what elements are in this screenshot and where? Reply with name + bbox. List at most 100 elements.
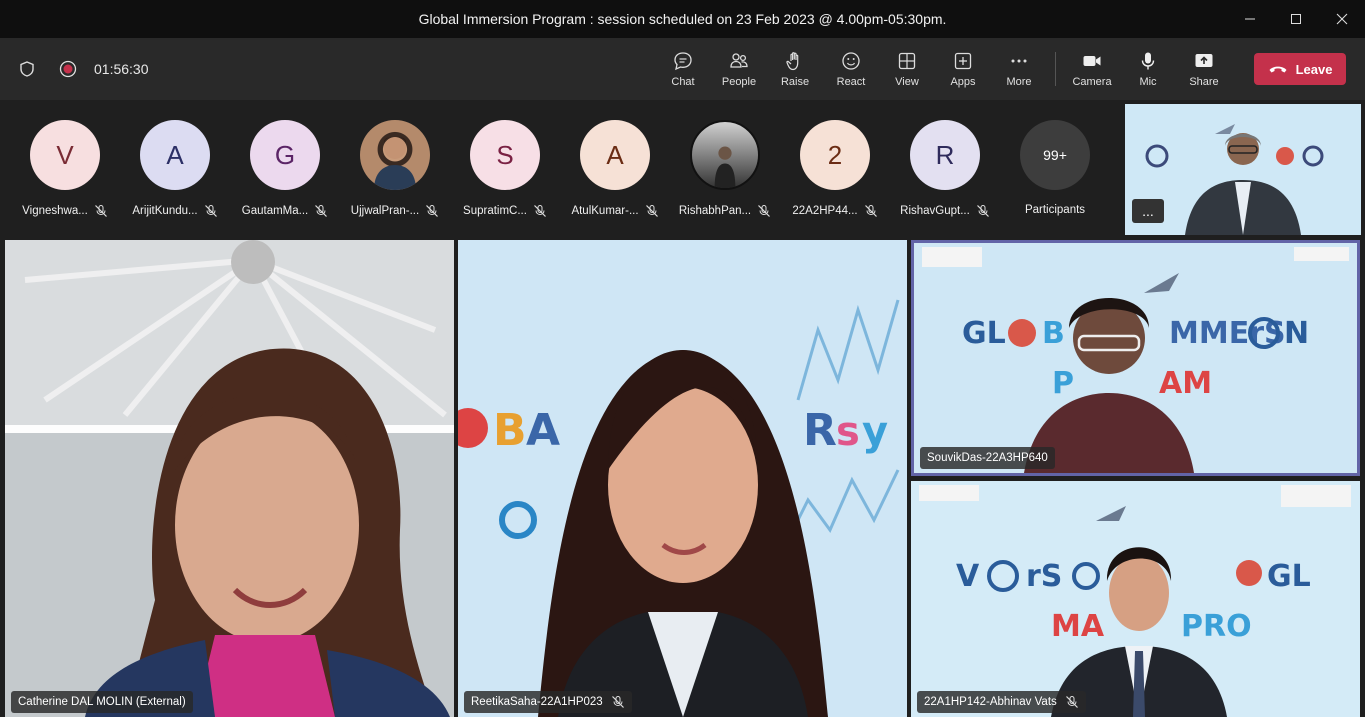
- microphone-icon: [1141, 52, 1155, 70]
- maximize-icon: [1291, 14, 1301, 24]
- minimize-button[interactable]: [1227, 0, 1273, 38]
- participant-item[interactable]: V Vigneshwa...: [15, 120, 115, 218]
- view-label: View: [895, 76, 919, 88]
- chat-icon: [674, 52, 692, 71]
- react-button[interactable]: React: [823, 38, 879, 100]
- hang-up-icon: [1269, 66, 1287, 73]
- participant-item[interactable]: R RishavGupt...: [895, 120, 995, 218]
- participant-item[interactable]: RishabhPan...: [675, 120, 775, 218]
- grid-view-icon: [898, 52, 916, 70]
- people-label: People: [721, 76, 757, 88]
- person-photo-icon: [374, 136, 416, 190]
- svg-text:y: y: [862, 409, 888, 455]
- svg-text:A: A: [526, 405, 560, 456]
- video-tile[interactable]: Catherine DAL MOLIN (External): [5, 240, 454, 717]
- leave-label: Leave: [1295, 61, 1333, 77]
- participant-name: SupratimC...: [463, 205, 527, 217]
- camera-label: Camera: [1072, 76, 1112, 88]
- more-label: More: [1006, 76, 1032, 88]
- participant-strip: V Vigneshwa... A ArijitKundu... G Gautam…: [0, 100, 1120, 238]
- camera-button[interactable]: Camera: [1064, 38, 1120, 100]
- video-feed: GL B MMErS N P AM: [914, 243, 1357, 473]
- svg-text:R: R: [803, 405, 837, 456]
- window-title: Global Immersion Program : session sched…: [418, 11, 947, 27]
- chat-label: Chat: [671, 76, 695, 88]
- svg-text:P: P: [1052, 366, 1074, 401]
- participant-item[interactable]: UjjwalPran-...: [345, 120, 445, 218]
- raise-hand-button[interactable]: Raise: [767, 38, 823, 100]
- mic-off-icon: [315, 205, 328, 217]
- mic-off-icon: [1065, 696, 1078, 708]
- avatar: R: [910, 120, 980, 190]
- svg-text:MA: MA: [1051, 609, 1105, 644]
- maximize-button[interactable]: [1273, 0, 1319, 38]
- avatar-photo: [360, 120, 430, 190]
- avatar: A: [580, 120, 650, 190]
- people-icon: [730, 53, 748, 68]
- people-button[interactable]: People: [711, 38, 767, 100]
- more-dots-icon: [1011, 59, 1027, 63]
- participant-name: 22A1HP142-Abhinav Vats: [924, 696, 1057, 708]
- participant-name: GautamMa...: [241, 205, 309, 217]
- participants-count: 99+: [1020, 120, 1090, 190]
- participant-name-tag: Catherine DAL MOLIN (External): [11, 691, 193, 713]
- leave-button[interactable]: Leave: [1254, 53, 1346, 85]
- mic-off-icon: [611, 696, 624, 708]
- participant-item[interactable]: A ArijitKundu...: [125, 120, 225, 218]
- participant-name-tag: SouvikDas-22A3HP640: [920, 447, 1055, 469]
- self-view-thumbnail[interactable]: ...: [1125, 104, 1361, 235]
- video-tile[interactable]: V rS GL MA PRO 22A1HP142-Abhinav Vats: [911, 481, 1360, 717]
- participants-overflow-button[interactable]: 99+ Participants: [1005, 120, 1105, 216]
- apps-label: Apps: [950, 76, 976, 88]
- svg-text:GL: GL: [962, 316, 1006, 351]
- more-button[interactable]: More: [991, 38, 1047, 100]
- participant-name-tag: ReetikaSaha-22A1HP023: [464, 691, 632, 713]
- close-button[interactable]: [1319, 0, 1365, 38]
- participant-name: 22A2HP44...: [792, 205, 858, 217]
- video-feed: B A R s y: [458, 240, 907, 717]
- participant-name: Catherine DAL MOLIN (External): [18, 696, 186, 708]
- participant-name-tag: 22A1HP142-Abhinav Vats: [917, 691, 1086, 713]
- add-app-icon: [954, 52, 972, 70]
- minimize-icon: [1245, 18, 1255, 20]
- shield-icon[interactable]: [18, 60, 36, 78]
- svg-text:B: B: [493, 405, 527, 456]
- svg-text:rS: rS: [1026, 559, 1062, 594]
- participants-overflow-label: Participants: [1024, 204, 1086, 216]
- chat-button[interactable]: Chat: [655, 38, 711, 100]
- svg-text:V: V: [956, 559, 980, 594]
- video-feed: [5, 240, 454, 717]
- person-photo-icon: [714, 146, 736, 188]
- view-button[interactable]: View: [879, 38, 935, 100]
- svg-text:PRO: PRO: [1181, 609, 1252, 644]
- participant-item[interactable]: G GautamMa...: [235, 120, 335, 218]
- smiley-icon: [842, 52, 860, 70]
- participant-item[interactable]: S SupratimC...: [455, 120, 555, 218]
- mic-off-icon: [645, 205, 658, 217]
- avatar: 2: [800, 120, 870, 190]
- title-bar: Global Immersion Program : session sched…: [0, 0, 1365, 38]
- share-button[interactable]: Share: [1176, 38, 1232, 100]
- participant-item[interactable]: 2 22A2HP44...: [785, 120, 885, 218]
- avatar-photo: [690, 120, 760, 190]
- video-tile[interactable]: B A R s y ReetikaSaha-22A1HP023: [458, 240, 907, 717]
- svg-text:AM: AM: [1159, 366, 1212, 401]
- mic-off-icon: [976, 205, 989, 217]
- mic-button[interactable]: Mic: [1120, 38, 1176, 100]
- share-label: Share: [1189, 76, 1219, 88]
- mic-off-icon: [864, 205, 877, 217]
- apps-button[interactable]: Apps: [935, 38, 991, 100]
- avatar: V: [30, 120, 100, 190]
- participant-name: ArijitKundu...: [132, 205, 198, 217]
- video-tile-active-speaker[interactable]: GL B MMErS N P AM SouvikDas-22A3HP640: [911, 240, 1360, 476]
- raise-hand-icon: [786, 52, 799, 71]
- share-screen-icon: [1195, 54, 1213, 67]
- recording-icon: [59, 60, 77, 78]
- mic-off-icon: [534, 205, 546, 217]
- participant-name: RishavGupt...: [900, 205, 970, 217]
- mic-off-icon: [758, 205, 771, 217]
- self-view-options-button[interactable]: ...: [1132, 199, 1164, 223]
- svg-text:N: N: [1284, 316, 1309, 351]
- avatar: G: [250, 120, 320, 190]
- participant-item[interactable]: A AtulKumar-...: [565, 120, 665, 218]
